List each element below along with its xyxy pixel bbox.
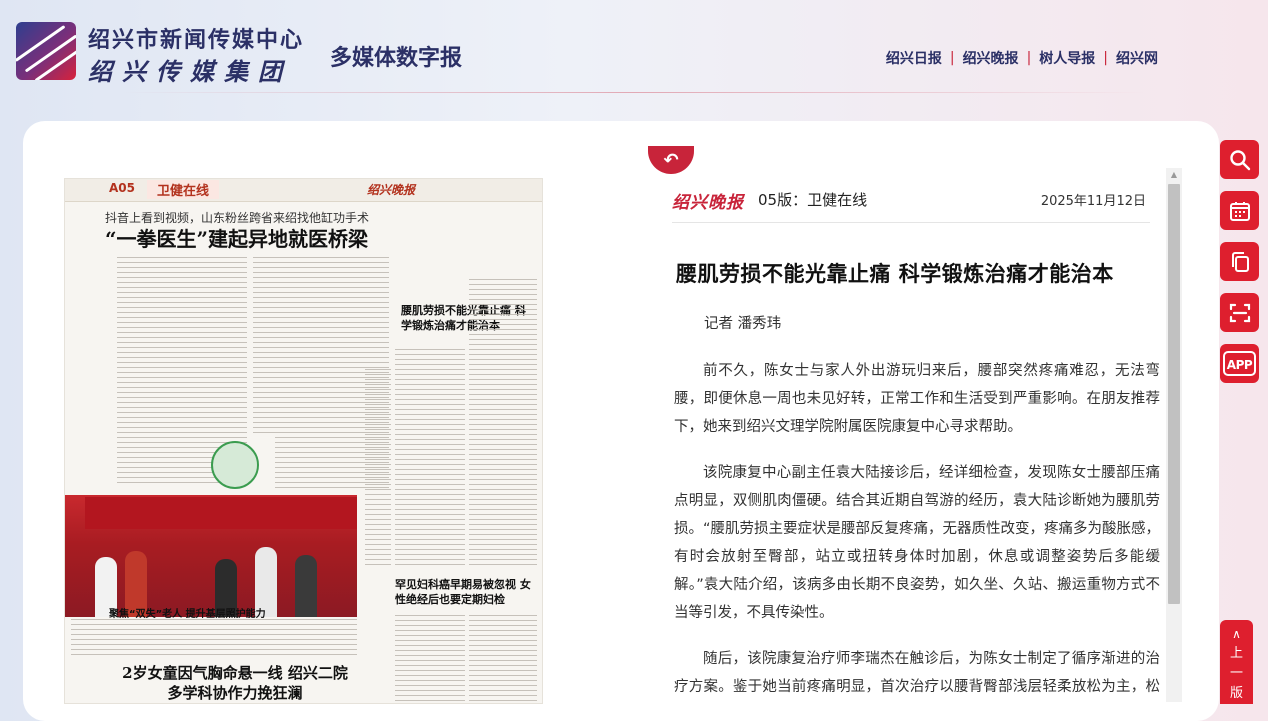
site-header: 绍兴市新闻传媒中心 绍兴传媒集团 多媒体数字报 绍兴日报 | 绍兴晚报 | 树人…: [0, 0, 1268, 100]
paper-text-block: [71, 619, 357, 657]
nav-link-shaoxing-daily[interactable]: 绍兴日报: [886, 48, 942, 68]
paper-text-block: [469, 279, 537, 567]
return-arrow-icon: ↶: [663, 149, 679, 171]
org-name-secondary: 绍兴传媒集团: [88, 57, 292, 86]
calendar-button[interactable]: [1220, 191, 1259, 230]
publication-date: 2025年11月12日: [1040, 194, 1146, 209]
hospital-logo-icon: [211, 441, 259, 489]
nav-separator: |: [1026, 50, 1032, 66]
nav-link-shuren-guide[interactable]: 树人导报: [1039, 48, 1095, 68]
scroll-up-arrow-icon[interactable]: ▲: [1166, 168, 1182, 182]
photo-caption: 聚焦“双失”老人 提升基层照护能力: [109, 609, 266, 620]
nav-separator: |: [1103, 50, 1108, 66]
paper-text-block: [395, 349, 465, 567]
evening-paper-logo: 绍兴晚报: [672, 193, 744, 213]
previous-edition-label: 上一版: [1229, 646, 1243, 701]
search-button[interactable]: [1220, 140, 1259, 179]
scan-icon: [1229, 303, 1250, 322]
article-body: 腰肌劳损不能光靠止痛 科学锻炼治痛才能治本 记者 潘秀玮 前不久，陈女士与家人外…: [672, 240, 1160, 702]
article-title: 腰肌劳损不能光靠止痛 科学锻炼治痛才能治本: [676, 262, 1114, 286]
article-paragraph: 该院康复中心副主任袁大陆接诊后，经详细检查，发现陈女士腰部压痛点明显，双侧肌肉僵…: [674, 465, 1160, 621]
header-divider: [120, 92, 1148, 93]
paper-text-block: [469, 615, 537, 703]
app-label: APP: [1226, 358, 1253, 372]
photo-figure: [295, 555, 317, 617]
product-title: 多媒体数字报: [330, 45, 463, 71]
nav-link-shaoxing-evening[interactable]: 绍兴晚报: [963, 48, 1019, 68]
nav-separator: |: [949, 50, 955, 66]
top-nav: 绍兴日报 | 绍兴晚报 | 树人导报 | 绍兴网: [886, 48, 1158, 68]
calendar-icon: [1229, 201, 1250, 221]
edition-name: 卫健在线: [147, 180, 220, 199]
logo-icon[interactable]: [16, 22, 76, 80]
edition-bar: A05 卫健在线 绍兴晚报: [65, 179, 542, 202]
article-paragraph: 前不久，陈女士与家人外出游玩归来后，腰部突然疼痛难忍，无法弯腰，即便休息一周也未…: [674, 363, 1160, 435]
org-name-primary: 绍兴市新闻传媒中心: [88, 27, 305, 53]
paper-text-block: [365, 369, 391, 569]
copy-button[interactable]: [1220, 242, 1259, 281]
paper-side-headline-2[interactable]: 罕见妇科癌早期易被忽视 女性绝经后也要定期妇检: [395, 577, 535, 607]
article-header: 绍兴晚报 05版：卫健在线 2025年11月12日: [672, 184, 1150, 223]
paper-headline[interactable]: “一拳医生”建起异地就医桥梁: [105, 223, 368, 252]
scrollbar-thumb[interactable]: [1168, 184, 1180, 604]
paper-bottom-headline[interactable]: 2岁女童因气胸命悬一线 绍兴二院多学科协作力挽狂澜: [115, 663, 355, 703]
photo-banner: [85, 497, 357, 529]
paper-masthead: 绍兴晚报: [367, 183, 416, 197]
search-icon: [1229, 149, 1250, 170]
article-paragraph: 随后，该院康复治疗师李瑞杰在触诊后，为陈女士制定了循序渐进的治疗方案。鉴于她当前…: [674, 651, 1160, 695]
app-download-button[interactable]: APP: [1220, 344, 1259, 383]
previous-edition-button[interactable]: ∧ 上一版: [1220, 620, 1253, 704]
chevron-up-icon: ∧: [1232, 627, 1241, 641]
edition-number: A05: [109, 181, 135, 195]
nav-link-shaoxing-net[interactable]: 绍兴网: [1116, 48, 1158, 68]
app-icon: APP: [1222, 351, 1257, 376]
scan-button[interactable]: [1220, 293, 1259, 332]
paper-text-block: [395, 615, 465, 703]
copy-icon: [1231, 251, 1249, 272]
edition-label: 05版：卫健在线: [758, 191, 868, 209]
article-byline: 记者 潘秀玮: [704, 316, 782, 332]
news-photo[interactable]: [65, 495, 357, 617]
newspaper-page-image[interactable]: A05 卫健在线 绍兴晚报 抖音上看到视频，山东粉丝跨省来绍找他缸功手术 “一拳…: [64, 178, 543, 704]
